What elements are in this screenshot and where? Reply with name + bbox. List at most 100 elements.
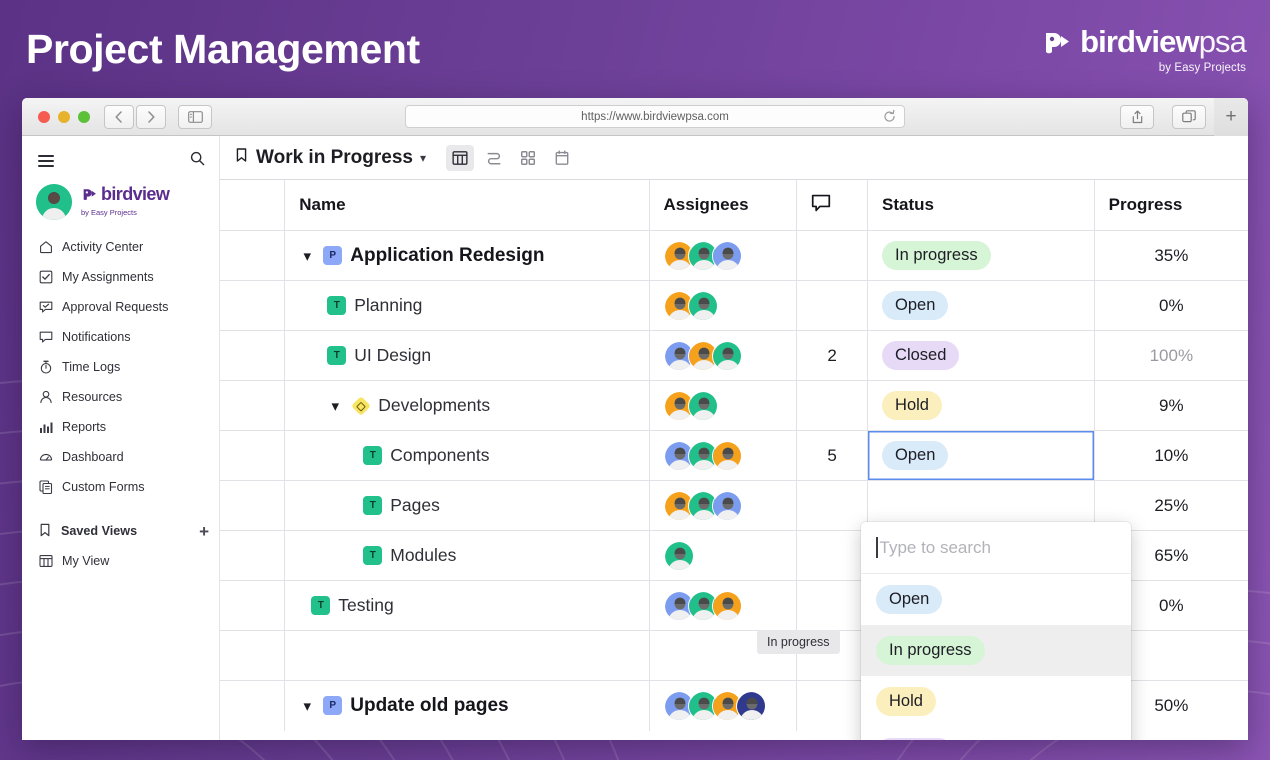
sidebar-item-custom-forms[interactable]: Custom Forms <box>22 472 219 502</box>
row-status-cell[interactable]: Open <box>868 431 1095 481</box>
avatar[interactable] <box>712 341 742 371</box>
row-progress-cell[interactable]: 0% <box>1094 281 1248 331</box>
add-saved-view-button[interactable]: + <box>199 523 209 540</box>
search-icon[interactable] <box>190 151 205 171</box>
column-header-assignees[interactable]: Assignees <box>649 180 797 231</box>
window-controls[interactable] <box>30 111 100 123</box>
row-progress-cell[interactable]: 10% <box>1094 431 1248 481</box>
avatar[interactable] <box>36 184 72 220</box>
row-flag-cell[interactable] <box>220 281 285 331</box>
expand-collapse-icon[interactable]: ▾ <box>299 697 315 715</box>
avatar[interactable] <box>688 291 718 321</box>
row-name-cell[interactable]: ▾PUpdate old pages <box>285 681 649 731</box>
tab-flow-view[interactable] <box>480 145 508 171</box>
row-name-cell[interactable]: TUI Design <box>285 331 649 381</box>
row-comments-cell[interactable] <box>797 581 868 631</box>
row-name-cell[interactable]: ▾PApplication Redesign <box>285 231 649 281</box>
avatar[interactable] <box>712 591 742 621</box>
row-comments-cell[interactable]: 5 <box>797 431 868 481</box>
reload-icon[interactable] <box>882 109 897 129</box>
row-name-cell[interactable]: TModules <box>285 531 649 581</box>
sidebar-item-approval-requests[interactable]: Approval Requests <box>22 292 219 322</box>
close-window-button[interactable] <box>38 111 50 123</box>
row-flag-cell[interactable] <box>220 381 285 431</box>
expand-collapse-icon[interactable]: ▾ <box>327 397 343 415</box>
row-flag-cell[interactable] <box>220 681 285 731</box>
status-search-input[interactable]: Type to search <box>861 522 1131 574</box>
sidebar-section-saved-views[interactable]: Saved Views + <box>22 516 219 546</box>
row-name-cell[interactable]: TPages <box>285 481 649 531</box>
row-flag-cell[interactable] <box>220 231 285 281</box>
sidebar-item-notifications[interactable]: Notifications <box>22 322 219 352</box>
row-name-cell[interactable]: TPlanning <box>285 281 649 331</box>
row-comments-cell[interactable] <box>797 531 868 581</box>
row-name-cell[interactable]: TTesting <box>285 581 649 631</box>
row-name-cell[interactable]: ▾Developments <box>285 381 649 431</box>
sidebar-item-dashboard[interactable]: Dashboard <box>22 442 219 472</box>
row-assignees-cell[interactable] <box>649 381 797 431</box>
row-progress-cell[interactable]: 9% <box>1094 381 1248 431</box>
table-row[interactable]: TPlanning Open0% <box>220 281 1248 331</box>
sidebar-item-activity-center[interactable]: Activity Center <box>22 232 219 262</box>
row-comments-cell[interactable] <box>797 481 868 531</box>
column-header-status[interactable]: Status <box>868 180 1095 231</box>
avatar[interactable] <box>712 441 742 471</box>
row-flag-cell[interactable] <box>220 531 285 581</box>
tab-board-view[interactable] <box>514 145 542 171</box>
sidebar-item-my-assignments[interactable]: My Assignments <box>22 262 219 292</box>
column-header-progress[interactable]: Progress <box>1094 180 1248 231</box>
sidebar-item-reports[interactable]: Reports <box>22 412 219 442</box>
row-flag-cell[interactable] <box>220 331 285 381</box>
sidebar-toggle-icon[interactable] <box>178 105 212 129</box>
row-status-cell[interactable]: Closed <box>868 331 1095 381</box>
status-dropdown[interactable]: Type to search Open In progress Hold Clo… <box>861 522 1131 740</box>
row-assignees-cell[interactable] <box>649 581 797 631</box>
column-header-comments[interactable] <box>797 180 868 231</box>
row-progress-cell[interactable]: 35% <box>1094 231 1248 281</box>
row-flag-cell[interactable] <box>220 581 285 631</box>
row-flag-cell[interactable] <box>220 631 285 681</box>
tab-table-view[interactable] <box>446 145 474 171</box>
status-option-in-progress[interactable]: In progress <box>861 625 1131 676</box>
avatar[interactable] <box>664 541 694 571</box>
address-bar[interactable]: https://www.birdviewpsa.com <box>405 105 905 128</box>
minimize-window-button[interactable] <box>58 111 70 123</box>
maximize-window-button[interactable] <box>78 111 90 123</box>
sidebar-item-time-logs[interactable]: Time Logs <box>22 352 219 382</box>
sidebar-item-resources[interactable]: Resources <box>22 382 219 412</box>
back-button[interactable] <box>104 105 134 129</box>
row-comments-cell[interactable]: 2 <box>797 331 868 381</box>
menu-icon[interactable] <box>38 155 54 167</box>
row-comments-cell[interactable] <box>797 281 868 331</box>
tabs-overview-icon[interactable] <box>1172 105 1206 129</box>
table-row[interactable]: ▾DevelopmentsHold9% <box>220 381 1248 431</box>
row-name-cell[interactable] <box>285 631 649 681</box>
column-header-name[interactable]: Name <box>285 180 649 231</box>
row-comments-cell[interactable] <box>797 381 868 431</box>
new-tab-button[interactable]: + <box>1214 98 1248 136</box>
row-assignees-cell[interactable] <box>649 331 797 381</box>
row-assignees-cell[interactable] <box>649 431 797 481</box>
row-flag-cell[interactable] <box>220 481 285 531</box>
row-assignees-cell[interactable] <box>649 681 797 731</box>
forward-button[interactable] <box>136 105 166 129</box>
sidebar-item-my-view[interactable]: My View <box>22 546 219 576</box>
table-row[interactable]: TComponents5Open10% <box>220 431 1248 481</box>
avatar[interactable] <box>712 241 742 271</box>
status-option-hold[interactable]: Hold <box>861 676 1131 727</box>
table-row[interactable]: ▾PApplication RedesignIn progress35% <box>220 231 1248 281</box>
avatar[interactable] <box>688 391 718 421</box>
row-status-cell[interactable]: Open <box>868 281 1095 331</box>
tab-calendar-view[interactable] <box>548 145 576 171</box>
row-assignees-cell[interactable] <box>649 481 797 531</box>
avatar[interactable] <box>736 691 766 721</box>
avatar[interactable] <box>712 491 742 521</box>
current-view-selector[interactable]: Work in Progress ▾ <box>234 147 426 169</box>
row-assignees-cell[interactable] <box>649 281 797 331</box>
column-header-flag[interactable] <box>220 180 285 231</box>
row-comments-cell[interactable] <box>797 231 868 281</box>
table-row[interactable]: TUI Design2Closed100% <box>220 331 1248 381</box>
row-flag-cell[interactable] <box>220 431 285 481</box>
row-assignees-cell[interactable] <box>649 531 797 581</box>
row-assignees-cell[interactable] <box>649 231 797 281</box>
